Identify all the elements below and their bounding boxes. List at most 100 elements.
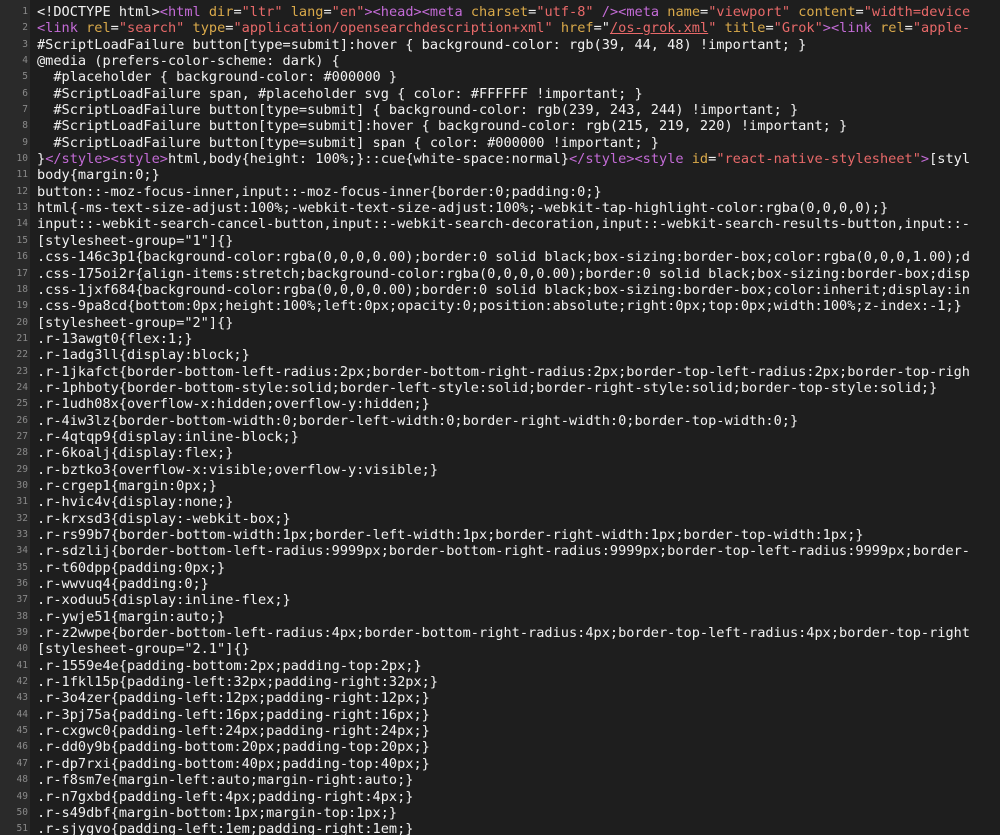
code-line: 49 .r-n7gxbd{padding-left:4px;padding-rig… [0,789,1000,805]
token-attr: dir [208,4,234,20]
line-number: 23 [16,365,28,377]
code-text: .r-3pj75a{padding-left:16px;padding-righ… [37,707,430,723]
code-text: .r-sjygvo{padding-left:1em;padding-right… [37,821,413,835]
line-number: 9 [22,136,28,148]
line-number: 15 [16,234,28,246]
token-str: "search" [118,20,185,37]
line-number: 49 [16,790,28,802]
line-number: 38 [16,610,28,622]
code-text: .r-t60dpp{padding:0px;} [37,560,225,576]
code-text: .r-4qtqp9{display:inline-block;} [37,429,299,445]
code-line: 21 .r-13awgt0{flex:1;} [0,331,1000,347]
code-line: 44 .r-3pj75a{padding-left:16px;padding-ri… [0,707,1000,723]
line-number: 29 [16,463,28,475]
code-text: .r-krxsd3{display:-webkit-box;} [37,511,291,527]
line-number: 37 [16,594,28,606]
code-text: body{margin:0;} [37,167,160,183]
token-plain: .r-dp7rxi{padding-bottom:40px;padding-to… [37,755,430,772]
code-text: @media (prefers-color-scheme: dark) { [37,53,340,69]
line-number: 45 [16,725,28,737]
code-line: 31 .r-hvic4v{display:none;} [0,494,1000,510]
source-code-viewer[interactable]: 1 <!DOCTYPE html><html dir="ltr" lang="en… [0,0,1000,835]
code-line: 4 @media (prefers-color-scheme: dark) { [0,53,1000,69]
token-plain: .css-146c3p1{background-color:rgba(0,0,0… [37,249,970,266]
code-text: .r-xoduu5{display:inline-flex;} [37,592,291,608]
line-number: 31 [16,496,28,508]
code-line: 22 .r-1adg3ll{display:block;} [0,347,1000,363]
line-number: 12 [16,185,28,197]
code-line: 3 #ScriptLoadFailure button[type=submit]:… [0,37,1000,53]
line-number: 27 [16,430,28,442]
code-line: 50 .r-s49dbf{margin-bottom:1px;margin-top… [0,805,1000,821]
token-tag: <html [159,4,209,20]
token-plain: .r-sdzlij{border-bottom-left-radius:9999… [37,543,970,560]
line-number: 13 [16,202,28,214]
code-line: 45 .r-cxgwc0{padding-left:24px;padding-ri… [0,723,1000,739]
code-line: 51 .r-sjygvo{padding-left:1em;padding-rig… [0,821,1000,835]
token-plain: .r-1adg3ll{display:block;} [37,347,250,364]
token-plain: .r-sjygvo{padding-left:1em;padding-right… [37,821,414,835]
code-line: 30 .r-crgep1{margin:0px;} [0,478,1000,494]
token-plain: = [110,20,119,37]
token-plain: .css-175oi2r{align-items:stretch;backgro… [37,265,970,282]
code-line: 6 #ScriptLoadFailure span, #placeholder … [0,86,1000,102]
line-number: 33 [16,529,28,540]
code-line: 19 .css-9pa8cd{bottom:0px;height:100%;lef… [0,298,1000,314]
code-text: <!DOCTYPE html><html dir="ltr" lang="en"… [37,4,970,20]
token-plain: = [904,20,913,37]
token-plain: body{margin:0;} [37,167,160,184]
code-line: 29 .r-bztko3{overflow-x:visible;overflow-… [0,462,1000,478]
line-number: 2 [22,22,28,34]
code-text: <link rel="search" type="application/ope… [37,20,970,36]
code-text: .r-s49dbf{margin-bottom:1px;margin-top:1… [37,805,397,821]
line-number: 50 [16,806,28,818]
token-tag: ><head><meta [364,4,471,20]
token-plain: .r-f8sm7e{margin-left:auto;margin-right:… [37,772,414,789]
code-line: 13 html{-ms-text-size-adjust:100%;-webkit… [0,200,1000,216]
token-str: "width=device [863,4,971,20]
line-number: 3 [22,38,28,50]
token-link[interactable]: /os-grok.xml [610,20,708,36]
code-line: 16 .css-146c3p1{background-color:rgba(0,0… [0,249,1000,265]
line-number: 8 [22,120,28,132]
line-number: 14 [16,218,28,230]
line-number: 20 [16,316,28,328]
token-plain: .r-t60dpp{padding:0px;} [37,559,226,576]
token-str: "Grok" [773,20,823,37]
line-number: 34 [16,545,28,557]
token-attr: rel [880,20,905,37]
code-line: 17 .css-175oi2r{align-items:stretch;backg… [0,266,1000,282]
line-number: 44 [16,708,28,720]
token-plain: .r-dd0y9b{padding-bottom:20px;padding-to… [37,739,430,756]
line-number: 43 [16,692,28,704]
token-plain: .r-s49dbf{margin-bottom:1px;margin-top:1… [37,804,398,821]
token-plain: [styl [929,151,971,168]
token-plain: .r-13awgt0{flex:1;} [37,330,193,347]
code-line: 25 .r-1udh08x{overflow-x:hidden;overflow-… [0,396,1000,412]
code-text: [stylesheet-group="2.1"]{} [37,641,250,657]
code-text: #ScriptLoadFailure button[type=submit]:h… [37,37,806,53]
token-tag: </style><style> [45,151,168,168]
line-number: 25 [16,398,28,410]
code-text: .r-z2wwpe{border-bottom-left-radius:4px;… [37,625,970,641]
code-line: 38 .r-ywje51{margin:auto;} [0,609,1000,625]
code-line: 18 .css-1jxf684{background-color:rgba(0,0… [0,282,1000,298]
token-plain: .r-wwvuq4{padding:0;} [37,576,209,593]
code-line: 11 body{margin:0;} [0,167,1000,183]
code-text: .r-f8sm7e{margin-left:auto;margin-right:… [37,772,413,788]
code-text: button::-moz-focus-inner,input::-moz-foc… [37,184,602,200]
token-plain: .r-z2wwpe{border-bottom-left-radius:4px;… [37,625,970,642]
token-plain: = [323,4,332,20]
code-line: 48 .r-f8sm7e{margin-left:auto;margin-righ… [0,772,1000,788]
token-plain: [stylesheet-group="1"]{} [37,232,234,249]
token-plain: [stylesheet-group="2"]{} [37,314,234,331]
line-number: 41 [16,659,28,671]
token-plain: #ScriptLoadFailure button[type=submit]:h… [37,36,807,53]
line-number: 48 [16,774,28,786]
code-text: .css-175oi2r{align-items:stretch;backgro… [37,266,970,282]
code-line: 34 .r-sdzlij{border-bottom-left-radius:99… [0,543,1000,559]
token-plain: button::-moz-focus-inner,input::-moz-foc… [37,183,602,200]
